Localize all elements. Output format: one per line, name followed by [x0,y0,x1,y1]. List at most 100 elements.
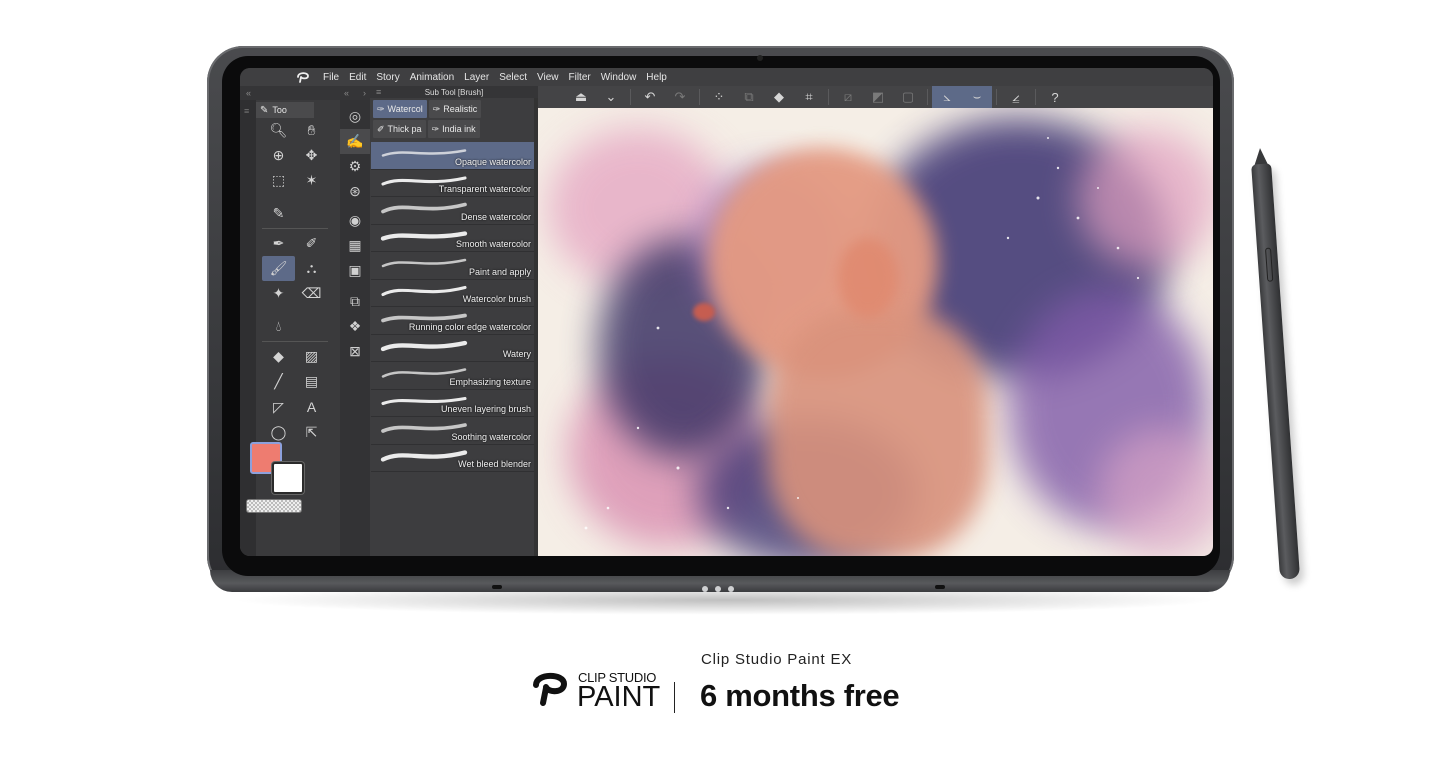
brush-item[interactable]: Uneven layering brush [371,389,537,417]
magic-wand-icon[interactable]: ✶ [295,168,328,193]
brush-tab-icon: ✑ [431,123,440,134]
ruler-icon[interactable]: ◸ [262,395,295,420]
menu-window[interactable]: Window [596,72,642,83]
tab-watercolor[interactable]: ✑ Watercol [373,100,427,118]
brush-item[interactable]: Soothing watercolor [371,417,537,445]
menu-select[interactable]: Select [494,72,532,83]
tone-icon[interactable]: ◩ [863,86,893,108]
menu-edit[interactable]: Edit [344,72,371,83]
menu-filter[interactable]: Filter [563,72,595,83]
collapse-left-icon[interactable]: « [344,88,349,98]
command-separator [1035,89,1036,105]
hand-icon[interactable]: ✋︎ [295,118,328,143]
undo-icon[interactable]: ↶ [635,86,665,108]
brush-group-icon[interactable]: ✍ [340,129,370,154]
deselect-icon[interactable]: ⁘ [704,86,734,108]
brush-stroke-preview [381,202,467,214]
snap-special-icon[interactable]: ⌣ [962,86,992,108]
expand-right-icon[interactable]: › [363,88,366,98]
brush-stroke-path [381,149,467,157]
clip-studio-logo-icon[interactable] [288,68,318,86]
airbrush-icon[interactable]: ⛬ [295,256,328,281]
menu-layer[interactable]: Layer [459,72,494,83]
move-icon[interactable]: ✥ [295,143,328,168]
paint-tube-icon: ✐ [377,123,385,134]
selection-copy-icon[interactable]: ⧉ [734,86,764,108]
snap-ruler-icon[interactable]: ⦣ [932,86,962,108]
brush-icon[interactable]: 🖌︎ [262,256,295,281]
brush-item[interactable]: Wet bleed blender [371,444,537,472]
correct-line-icon[interactable]: ⇱ [295,420,328,445]
frame-icon[interactable]: ▢ [893,86,923,108]
gradient-icon[interactable]: ▨ [295,344,328,369]
brush-item[interactable]: Watery [371,334,537,362]
speaker-grille-right [935,585,945,589]
tab-realistic[interactable]: ✑ Realistic [428,100,482,118]
brush-settings-icon[interactable]: ⚙ [340,154,370,179]
eyedropper-icon[interactable]: ✎ [262,201,295,226]
brush-stroke-path [380,449,468,462]
tab-thick-paint[interactable]: ✐ Thick pa [373,120,426,138]
brush-target-icon[interactable]: ⊛ [340,179,370,204]
panel-menu-icon[interactable]: ≡ [376,87,381,97]
chevron-down-icon[interactable]: ⌄ [596,86,626,108]
blend-icon[interactable]: 💧︎ [262,314,295,339]
fill-icon[interactable]: ◆ [262,344,295,369]
brush-item[interactable]: Transparent watercolor [371,169,537,197]
transform-icon[interactable]: ⌗ [794,86,824,108]
panel-menu-icon[interactable]: ≡ [244,106,256,116]
color-grid-icon[interactable]: ▦ [340,233,370,258]
fill-selection-icon[interactable]: ◆ [764,86,794,108]
brush-item[interactable]: Emphasizing texture [371,362,537,390]
menu-view[interactable]: View [532,72,564,83]
snap-grid-icon[interactable]: ⦤ [1001,86,1031,108]
layer-props-icon[interactable]: ⧉ [340,289,370,314]
figure-icon[interactable]: ╱ [262,369,295,394]
object-select-icon[interactable]: ⊕ [262,143,295,168]
close-panel-icon[interactable]: ⊠ [340,339,370,364]
tab-india-ink[interactable]: ✑ India ink [427,120,480,138]
circle-icon[interactable]: ◉ [340,208,370,233]
pen-icon[interactable]: ✒ [262,231,295,256]
frame-border-icon[interactable]: ▤ [295,369,328,394]
balloon-icon[interactable]: ◯ [262,420,295,445]
promo-divider [674,682,675,713]
eraser-icon[interactable]: ⌫ [295,281,328,306]
brush-item[interactable]: Opaque watercolor [371,142,537,170]
filmstrip-icon[interactable]: ▣ [340,258,370,283]
layers-icon[interactable]: ❖ [340,314,370,339]
canvas-artwork[interactable] [538,108,1213,556]
rect-selection-icon[interactable]: ⬚ [262,168,295,193]
pencil-icon[interactable]: ✐ [295,231,328,256]
target-icon[interactable]: ◎ [340,104,370,129]
pogo-pin [728,586,734,592]
text-icon[interactable]: A [295,394,328,419]
save-icon[interactable]: ⏏ [566,86,596,108]
menu-animation[interactable]: Animation [405,72,459,83]
menu-file[interactable]: File [318,72,344,83]
collapse-left-icon[interactable]: « [246,88,251,98]
decoration-icon[interactable]: ✦ [262,281,295,306]
brush-item[interactable]: Dense watercolor [371,197,537,225]
redo-icon[interactable]: ↷ [665,86,695,108]
menu-story[interactable]: Story [371,72,404,83]
brush-item[interactable]: Paint and apply [371,252,537,280]
menu-help[interactable]: Help [641,72,672,83]
brush-item[interactable]: Watercolor brush [371,279,537,307]
promo-banner: CLIP STUDIO PAINT Clip Studio Paint EX 6… [530,645,930,720]
sub-color-swatch[interactable] [272,462,304,494]
clear-outside-icon[interactable]: ⧄ [833,86,863,108]
brush-item[interactable]: Smooth watercolor [371,224,537,252]
brush-name: Dense watercolor [460,211,531,222]
brush-tab-icon: ✑ [432,103,441,114]
tool-tab[interactable]: ✎ Too [256,102,314,118]
brush-stroke-preview [380,449,468,462]
app-screen: File Edit Story Animation Layer Select V… [240,68,1213,556]
brush-item[interactable]: Running color edge watercolor [371,307,537,335]
help-icon[interactable]: ? [1040,86,1070,108]
s-pen-stylus [1244,147,1308,580]
sub-tool-title: Sub Tool [Brush] [424,87,484,97]
zoom-icon[interactable]: 🔍︎ [262,118,295,143]
transparent-color-swatch[interactable] [246,499,302,513]
tool-panel: « ≡ ✎ Too 🔍︎ ✋︎⊕ ✥⬚ ✶✎ ✒ ✐🖌︎ ⛬✦ ⌫💧︎ ◆ ▨╱ ▤◸ A◯ ⇱ [240,86,340,556]
